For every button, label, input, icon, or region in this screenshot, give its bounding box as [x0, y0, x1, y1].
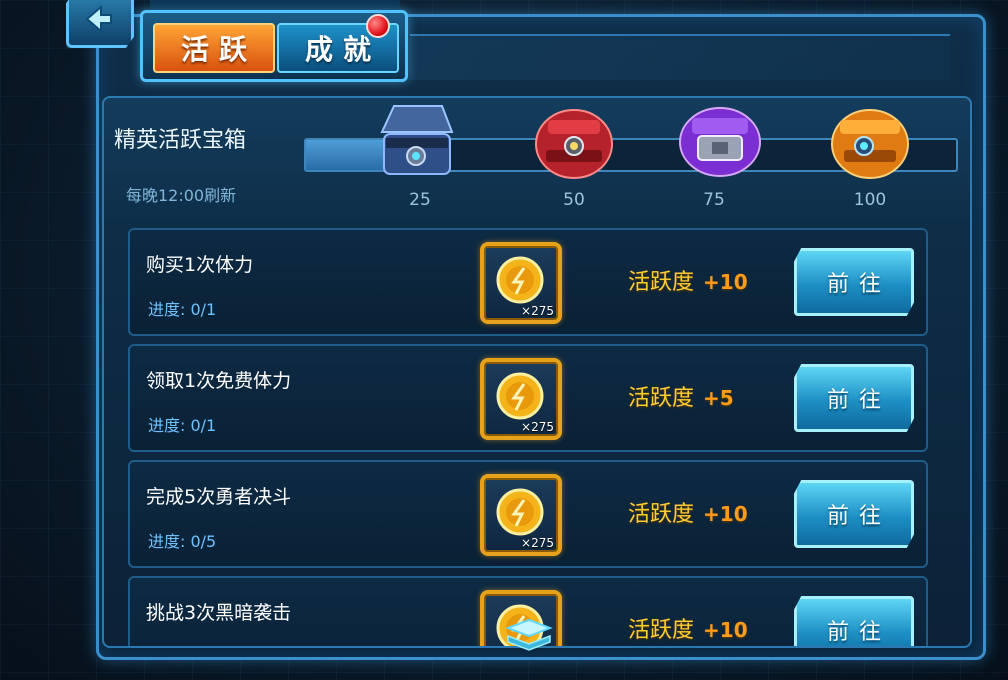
activity-bonus: +10 [703, 502, 748, 526]
chest-section-title: 精英活跃宝箱 [114, 128, 247, 153]
activity-reward: 活跃度 +10 [628, 496, 748, 528]
task-name: 挑战3次黑暗袭击 [146, 602, 292, 624]
milestone-label-75: 75 [703, 190, 725, 210]
chest-red-icon [535, 109, 613, 179]
chest-blue-icon [380, 105, 454, 175]
chest-50[interactable] [528, 98, 618, 184]
activity-bonus: +10 [703, 618, 748, 642]
chest-orange-icon [831, 109, 909, 179]
reward-item[interactable]: ×275 [480, 474, 562, 556]
reward-item[interactable]: ×275 [480, 358, 562, 440]
milestone-label-100: 100 [853, 190, 887, 210]
activity-label: 活跃度 [628, 502, 695, 527]
tab-activity[interactable]: 活跃 [153, 23, 275, 73]
go-button[interactable]: 前往 [794, 596, 914, 646]
task-row: 完成5次勇者决斗 进度: 0/5 ×275 活跃度 +10 前往 [128, 460, 928, 568]
chest-75[interactable] [674, 98, 764, 184]
back-arrow-icon [85, 5, 112, 33]
refresh-note: 每晚12:00刷新 [126, 186, 237, 205]
go-button[interactable]: 前往 [794, 248, 914, 316]
panel-decoration [410, 34, 950, 80]
task-name: 领取1次免费体力 [146, 370, 292, 392]
task-row: 购买1次体力 进度: 0/1 ×275 活跃度 +10 前往 [128, 228, 928, 336]
back-button[interactable] [66, 0, 134, 48]
notification-badge [366, 14, 390, 38]
task-progress: 进度: 0/1 [148, 416, 217, 435]
chest-25[interactable] [372, 98, 462, 184]
task-name: 完成5次勇者决斗 [146, 486, 292, 508]
reward-quantity: ×275 [521, 304, 554, 318]
chest-purple-icon [679, 107, 761, 177]
chest-100[interactable] [824, 98, 914, 184]
milestone-label-50: 50 [563, 190, 585, 210]
task-name: 购买1次体力 [146, 254, 254, 276]
activity-bonus: +5 [703, 386, 734, 410]
go-button[interactable]: 前往 [794, 480, 914, 548]
scroll-down-icon[interactable] [504, 618, 554, 654]
go-button[interactable]: 前往 [794, 364, 914, 432]
activity-label: 活跃度 [628, 386, 695, 411]
activity-reward: 活跃度 +5 [628, 380, 734, 412]
activity-label: 活跃度 [628, 618, 695, 643]
reward-quantity: ×275 [521, 536, 554, 550]
reward-quantity: ×275 [521, 420, 554, 434]
activity-label: 活跃度 [628, 270, 695, 295]
milestone-label-25: 25 [409, 190, 431, 210]
activity-reward: 活跃度 +10 [628, 612, 748, 644]
scroll-chevron-svg [505, 618, 553, 651]
content-panel: 精英活跃宝箱 每晚12:00刷新 25 50 75 100 购买1次体力 进度:… [102, 96, 972, 648]
task-progress: 进度: 0/5 [148, 532, 217, 551]
activity-reward: 活跃度 +10 [628, 264, 748, 296]
task-progress: 进度: 0/1 [148, 300, 217, 319]
activity-bonus: +10 [703, 270, 748, 294]
task-row: 领取1次免费体力 进度: 0/1 ×275 活跃度 +5 前往 [128, 344, 928, 452]
reward-item[interactable]: ×275 [480, 242, 562, 324]
